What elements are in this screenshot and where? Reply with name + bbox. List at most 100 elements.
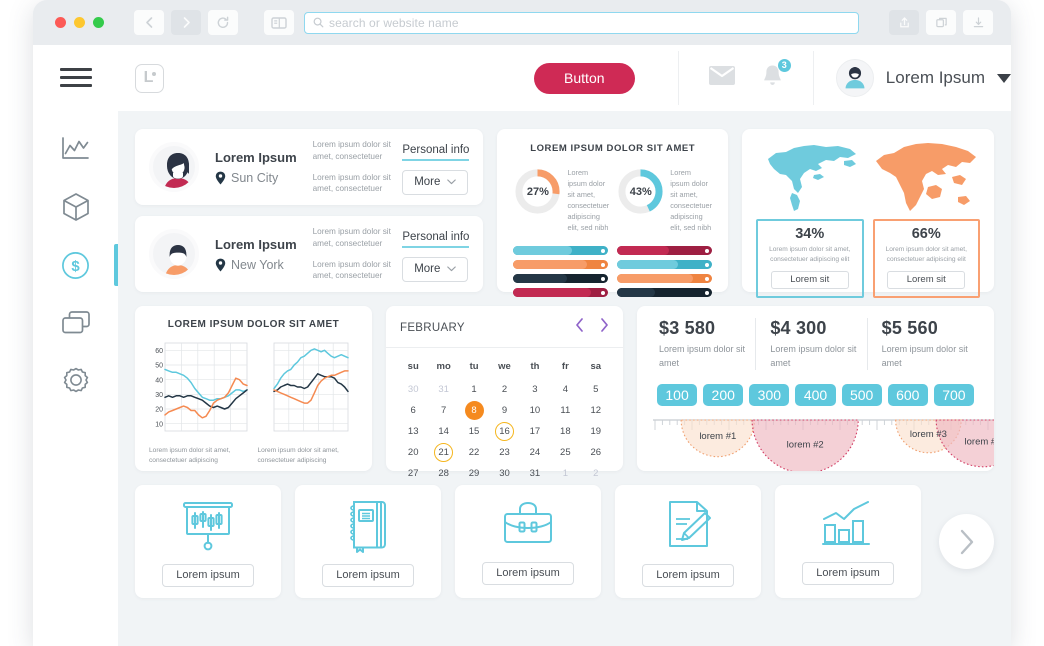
personal-info-link[interactable]: Personal info xyxy=(402,144,470,161)
bell-icon[interactable]: 3 xyxy=(762,57,792,93)
chevron-down-icon[interactable] xyxy=(997,73,1011,83)
personal-info-link[interactable]: Personal info xyxy=(402,231,470,248)
close-window-button[interactable] xyxy=(55,17,66,28)
map-stat-button[interactable]: Lorem sit xyxy=(770,270,849,289)
reload-button[interactable] xyxy=(208,10,238,35)
calendar-day[interactable]: 30 xyxy=(398,380,428,399)
calendar-day[interactable]: 20 xyxy=(398,443,428,462)
calendar-day[interactable]: 5 xyxy=(581,380,611,399)
svg-text:lorem #2: lorem #2 xyxy=(787,440,824,451)
calendar-day[interactable]: 23 xyxy=(489,443,519,462)
value-badge[interactable]: 500 xyxy=(841,384,882,406)
profile-identity: Lorem Ipsum New York xyxy=(215,237,297,272)
more-dropdown-button[interactable]: More xyxy=(402,256,469,282)
calendar-day[interactable]: 18 xyxy=(550,422,580,441)
calendar-day[interactable]: 4 xyxy=(550,380,580,399)
feature-tile[interactable]: Lorem ipsum xyxy=(615,485,761,598)
sidebar-item-settings[interactable] xyxy=(33,352,118,410)
calendar-day[interactable]: 16 xyxy=(489,422,519,441)
calendar-day[interactable]: 29 xyxy=(459,464,489,483)
primary-button[interactable]: Button xyxy=(533,62,635,94)
profile-actions: Personal info More xyxy=(402,140,470,195)
search-input[interactable]: search or website name xyxy=(304,11,859,34)
calendar-day[interactable]: 2 xyxy=(489,380,519,399)
tile-button[interactable]: Lorem ipsum xyxy=(162,563,254,587)
map-stat-button[interactable]: Lorem sit xyxy=(887,270,966,289)
sidebar-item-windows[interactable] xyxy=(33,294,118,352)
calendar-prev-button[interactable] xyxy=(575,318,584,337)
value-badge[interactable]: 200 xyxy=(703,384,744,406)
map-graphics xyxy=(756,141,980,215)
envelope-icon[interactable] xyxy=(708,66,735,90)
user-menu[interactable]: Lorem Ipsum xyxy=(835,59,1011,97)
avatar xyxy=(149,229,199,279)
calendar-day[interactable]: 12 xyxy=(581,401,611,420)
bubble-chart: lorem #1 lorem #2 lorem #3 lorem #4 xyxy=(653,412,994,471)
donut-description: Lorem ipsum dolor sit amet, consectetuer… xyxy=(567,168,610,233)
value-badge[interactable]: 600 xyxy=(887,384,928,406)
duplicate-tabs-button[interactable] xyxy=(926,10,956,35)
app-header: L Button 3 Lorem Ipsum xyxy=(118,45,1011,111)
feature-tile[interactable]: Lorem ipsum xyxy=(455,485,601,598)
americas-map-icon xyxy=(768,145,856,211)
calendar-day-of-week: su xyxy=(407,361,419,372)
forward-button[interactable] xyxy=(171,10,201,35)
calendar-day[interactable]: 24 xyxy=(520,443,550,462)
calendar-day[interactable]: 7 xyxy=(428,401,458,420)
value-badge[interactable]: 400 xyxy=(795,384,836,406)
sidebar-item-products[interactable] xyxy=(33,178,118,236)
calendar-card: FEBRUARY su mo tu we th fr sa 30 31 1 2 3 4 5 6 7 8 9 10 11… xyxy=(386,306,623,479)
calendar-day[interactable]: 26 xyxy=(581,443,611,462)
calendar-day[interactable]: 3 xyxy=(520,380,550,399)
feature-tile[interactable]: Lorem ipsum xyxy=(295,485,441,598)
calendar-day[interactable]: 9 xyxy=(489,401,519,420)
line-chart-right xyxy=(272,342,349,432)
hamburger-menu-icon[interactable] xyxy=(59,68,92,87)
sidebar-nav: $ xyxy=(33,120,118,410)
carousel-next-button[interactable] xyxy=(939,514,994,569)
back-button[interactable] xyxy=(134,10,164,35)
calendar-day[interactable]: 30 xyxy=(489,464,519,483)
value-badge[interactable]: 700 xyxy=(933,384,974,406)
svg-text:30: 30 xyxy=(155,392,163,399)
calendar-day[interactable]: 8 xyxy=(459,401,489,420)
tile-button[interactable]: Lorem ipsum xyxy=(482,561,574,585)
maximize-window-button[interactable] xyxy=(93,17,104,28)
calendar-next-button[interactable] xyxy=(600,318,609,337)
sidebar-item-finance[interactable]: $ xyxy=(33,236,118,294)
calendar-day[interactable]: 15 xyxy=(459,422,489,441)
tile-button[interactable]: Lorem ipsum xyxy=(322,563,414,587)
tile-button[interactable]: Lorem ipsum xyxy=(642,563,734,587)
calendar-day[interactable]: 6 xyxy=(398,401,428,420)
stat-amount: $3 580 xyxy=(659,318,716,338)
more-dropdown-button[interactable]: More xyxy=(402,169,469,195)
download-button[interactable] xyxy=(963,10,993,35)
tile-button[interactable]: Lorem ipsum xyxy=(802,561,894,585)
minimize-window-button[interactable] xyxy=(74,17,85,28)
calendar-day[interactable]: 31 xyxy=(428,380,458,399)
calendar-day[interactable]: 22 xyxy=(459,443,489,462)
share-button[interactable] xyxy=(889,10,919,35)
line-chart-icon xyxy=(62,137,89,159)
calendar-day[interactable]: 2 xyxy=(581,464,611,483)
calendar-day[interactable]: 25 xyxy=(550,443,580,462)
value-badge[interactable]: 300 xyxy=(749,384,790,406)
sidebar-item-analytics[interactable] xyxy=(33,120,118,178)
feature-tile[interactable]: Lorem ipsum xyxy=(775,485,921,598)
calendar-day[interactable]: 10 xyxy=(520,401,550,420)
value-badge[interactable]: 100 xyxy=(657,384,698,406)
calendar-day[interactable]: 21 xyxy=(428,443,458,462)
calendar-day[interactable]: 1 xyxy=(550,464,580,483)
calendar-day[interactable]: 11 xyxy=(550,401,580,420)
calendar-day[interactable]: 1 xyxy=(459,380,489,399)
calendar-day[interactable]: 13 xyxy=(398,422,428,441)
calendar-day[interactable]: 27 xyxy=(398,464,428,483)
calendar-day[interactable]: 19 xyxy=(581,422,611,441)
calendar-day[interactable]: 17 xyxy=(520,422,550,441)
calendar-day[interactable]: 28 xyxy=(428,464,458,483)
svg-text:50: 50 xyxy=(155,363,163,370)
feature-tile[interactable]: Lorem ipsum xyxy=(135,485,281,598)
calendar-day[interactable]: 14 xyxy=(428,422,458,441)
calendar-day[interactable]: 31 xyxy=(520,464,550,483)
sidebar-toggle-button[interactable] xyxy=(264,10,294,35)
